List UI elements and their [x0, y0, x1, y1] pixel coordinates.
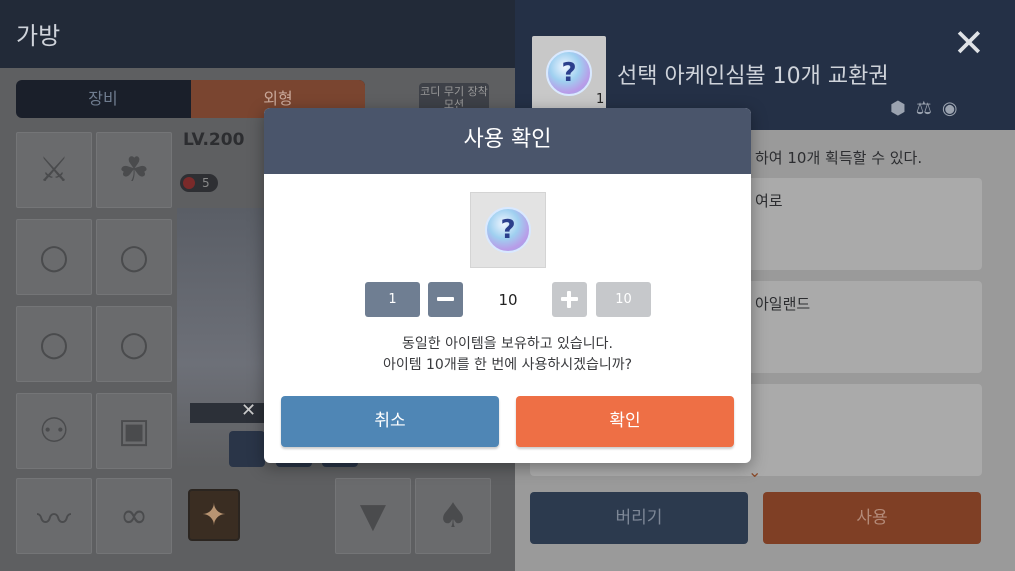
item-description: 하여 10개 획득할 수 있다.	[755, 149, 923, 167]
outfit-button[interactable]	[229, 431, 265, 467]
slot-top[interactable]: ▼	[335, 478, 411, 554]
ring-icon: ○	[39, 237, 69, 277]
star-force-badge: 5	[180, 174, 218, 192]
slot-ring-3[interactable]: ○	[16, 306, 92, 382]
item-count: 1	[596, 92, 605, 107]
character-level: LV.200	[183, 130, 245, 150]
use-button[interactable]: 사용	[763, 492, 981, 544]
slot-weapon[interactable]: ⚔	[16, 132, 92, 208]
cape-icon: ♠	[437, 496, 469, 536]
scale-icon: ⚖	[915, 98, 942, 119]
slot-cape[interactable]: ♠	[415, 478, 491, 554]
ring-icon: ○	[39, 324, 69, 364]
shirt-icon: ▼	[359, 496, 387, 536]
confirm-button[interactable]: 확인	[516, 396, 734, 447]
option-label: 아일랜드	[755, 295, 811, 313]
item-icon: ?	[532, 36, 606, 110]
slot-eye-accessory[interactable]: ∞	[96, 478, 172, 554]
earring-icon: ⚇	[38, 411, 70, 451]
mustache-icon: 〰	[37, 499, 71, 540]
chevron-down-icon[interactable]: ⌄	[748, 462, 761, 481]
quantity-input[interactable]	[465, 282, 551, 317]
quantity-max-button[interactable]: 10	[596, 282, 651, 317]
dialog-message-line-1: 동일한 아이템을 보유하고 있습니다.	[402, 336, 613, 352]
item-flag-icons: ⬢⚖◉	[890, 98, 968, 119]
dialog-message: 동일한 아이템을 보유하고 있습니다. 아이템 10개를 한 번에 사용하시겠습…	[264, 334, 751, 376]
star-icon	[183, 177, 195, 189]
discard-button[interactable]: 버리기	[530, 492, 748, 544]
cancel-button[interactable]: 취소	[281, 396, 499, 447]
slot-face-accessory[interactable]: 〰	[16, 478, 92, 554]
quantity-decrease-button[interactable]	[428, 282, 463, 317]
dialog-item-icon: ?	[470, 192, 546, 268]
emblem-icon[interactable]: ✦	[188, 489, 240, 541]
sword-icon: ⚔	[38, 150, 70, 190]
transfer-icon: ◉	[941, 98, 968, 119]
option-label: 여로	[755, 192, 783, 210]
slot-portrait[interactable]: ▣	[96, 393, 172, 469]
portrait-icon: ▣	[117, 411, 151, 451]
dialog-message-line-2: 아이템 10개를 한 번에 사용하시겠습니까?	[382, 357, 633, 373]
slot-ring-4[interactable]: ○	[96, 306, 172, 382]
glasses-icon: ∞	[119, 496, 149, 536]
tab-equipment[interactable]: 장비	[16, 80, 190, 118]
use-confirm-dialog: 사용 확인 ? 1 10 동일한 아이템을 보유하고 있습니다. 아이템 10개…	[264, 108, 751, 463]
hat-icon: ☘	[118, 150, 150, 190]
slot-earring[interactable]: ⚇	[16, 393, 92, 469]
ring-icon: ○	[119, 324, 149, 364]
star-count: 5	[202, 176, 210, 190]
slot-hat[interactable]: ☘	[96, 132, 172, 208]
ring-icon: ○	[119, 237, 149, 277]
item-name: 선택 아케인심볼 10개 교환권	[617, 64, 889, 89]
close-icon[interactable]: ✕	[953, 24, 985, 62]
trade-icon: ⬢	[890, 98, 916, 119]
page-title: 가방	[16, 22, 61, 50]
close-icon[interactable]: ✕	[241, 400, 256, 421]
slot-ring-2[interactable]: ○	[96, 219, 172, 295]
dialog-title: 사용 확인	[264, 108, 751, 174]
question-symbol-icon: ?	[546, 50, 592, 96]
slot-ring-1[interactable]: ○	[16, 219, 92, 295]
quantity-increase-button[interactable]	[552, 282, 587, 317]
quantity-min-button[interactable]: 1	[365, 282, 420, 317]
question-symbol-icon: ?	[485, 207, 531, 253]
